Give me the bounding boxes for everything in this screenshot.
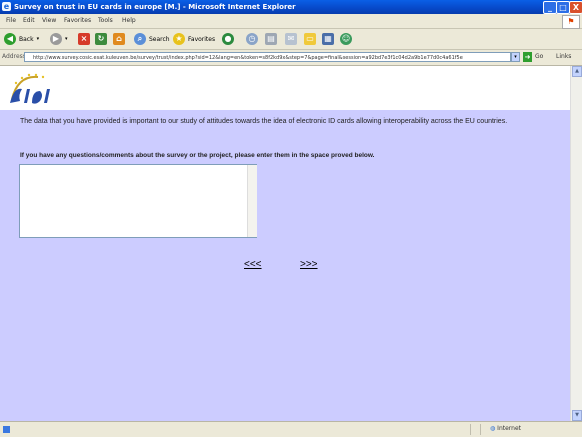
history-icon: ◷ [246,33,258,45]
ie-icon: e [2,2,11,11]
messenger-button[interactable]: ☺ [340,32,352,46]
search-button[interactable]: ⌕ Search [134,32,170,46]
folder-button[interactable]: ▭ [304,32,316,46]
research-icon: ▦ [322,33,334,45]
status-divider [480,424,481,435]
research-button[interactable]: ▦ [322,32,334,46]
go-arrow-icon[interactable]: ➜ [523,52,532,62]
refresh-icon: ↻ [95,33,107,45]
stop-icon: × [78,33,90,45]
survey-logo [10,73,50,104]
forward-arrow-icon: ▶ [50,33,62,45]
textarea-scrollbar[interactable] [247,165,257,237]
page-header [0,66,570,110]
page-scrollbar[interactable]: ▲ ▼ [570,66,582,421]
mail-button[interactable]: ✉ [285,32,297,46]
links-button[interactable]: Links [556,53,571,60]
toolbar: ◀ Back ▾ ▶ ▾ × ↻ ⌂ ⌕ Search ★ Favorites … [0,29,582,50]
search-icon: ⌕ [134,33,146,45]
stop-button[interactable]: × [78,32,90,46]
previous-page-link[interactable]: <<< [244,259,262,270]
maximize-button[interactable]: □ [556,1,570,14]
page-icon [3,426,10,433]
comments-prompt: If you have any questions/comments about… [20,152,375,159]
close-button[interactable]: X [569,1,582,14]
status-bar: ◍ Internet [0,421,582,437]
scroll-up-icon[interactable]: ▲ [572,66,582,77]
history-button[interactable]: ◷ [246,32,258,46]
menu-tools[interactable]: Tools [98,17,113,24]
back-arrow-icon: ◀ [4,33,16,45]
forward-button[interactable]: ▶ ▾ [50,32,68,46]
menu-help[interactable]: Help [122,17,136,24]
media-icon: ● [222,33,234,45]
address-input[interactable]: http://www.survey.cosic.esat.kuleuven.be… [24,52,511,62]
security-zone: ◍ Internet [490,425,521,432]
menu-edit[interactable]: Edit [23,17,35,24]
address-bar: Address http://www.survey.cosic.esat.kul… [0,50,582,66]
go-button[interactable]: Go [535,53,543,60]
menu-bar: File Edit View Favorites Tools Help ⚑ [0,14,582,29]
printer-icon: ▤ [265,33,277,45]
comments-textarea[interactable] [19,164,257,238]
back-button[interactable]: ◀ Back ▾ [4,32,39,46]
window-title: Survey on trust in EU cards in europe [M… [14,3,296,11]
minimize-button[interactable]: _ [543,1,557,14]
status-divider [470,424,471,435]
mail-icon: ✉ [285,33,297,45]
star-icon: ★ [173,33,185,45]
home-icon: ⌂ [113,33,125,45]
menu-view[interactable]: View [42,17,56,24]
windows-logo-icon: ⚑ [562,15,580,29]
next-page-link[interactable]: >>> [300,259,318,270]
refresh-button[interactable]: ↻ [95,32,107,46]
chevron-down-icon: ▾ [65,36,68,42]
globe-icon: ◍ [490,425,496,432]
home-button[interactable]: ⌂ [113,32,125,46]
folder-icon: ▭ [304,33,316,45]
menu-file[interactable]: File [6,17,16,24]
media-button[interactable]: ● [222,32,234,46]
scroll-down-icon[interactable]: ▼ [572,410,582,421]
menu-favorites[interactable]: Favorites [64,17,91,24]
window-titlebar[interactable]: e Survey on trust in EU cards in europe … [0,0,582,14]
print-button[interactable]: ▤ [265,32,277,46]
messenger-icon: ☺ [340,33,352,45]
page-content: The data that you have provided is impor… [0,66,570,421]
address-label: Address [2,53,26,60]
intro-text: The data that you have provided is impor… [20,118,508,125]
chevron-down-icon: ▾ [36,36,40,42]
address-dropdown-icon[interactable]: ▾ [511,52,520,62]
favorites-button[interactable]: ★ Favorites [173,32,215,46]
